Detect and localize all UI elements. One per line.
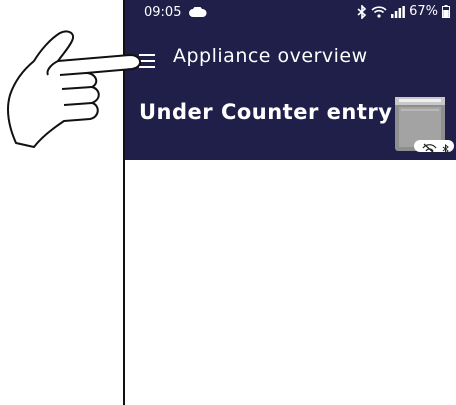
battery-percentage: 67% <box>409 4 438 19</box>
wifi-off-icon <box>422 143 449 155</box>
bluetooth-icon <box>357 4 367 19</box>
wifi-icon <box>371 6 387 18</box>
page-title: Appliance overview <box>173 45 368 67</box>
connection-status-badge <box>414 140 454 155</box>
status-bar: 09:05 67% <box>125 0 456 28</box>
pointing-hand-icon <box>7 30 141 148</box>
app-bar: Appliance overview <box>125 42 456 78</box>
header: 09:05 67% Appliance overview Under Count… <box>125 0 456 160</box>
phone-screen: 09:05 67% Appliance overview Under Count… <box>123 0 456 405</box>
status-time: 09:05 <box>144 5 182 20</box>
signal-icon <box>391 5 405 18</box>
battery-icon <box>442 5 450 18</box>
appliance-name[interactable]: Under Counter entry <box>139 100 392 124</box>
status-icons: 67% <box>357 4 450 19</box>
cloud-icon <box>189 7 207 17</box>
